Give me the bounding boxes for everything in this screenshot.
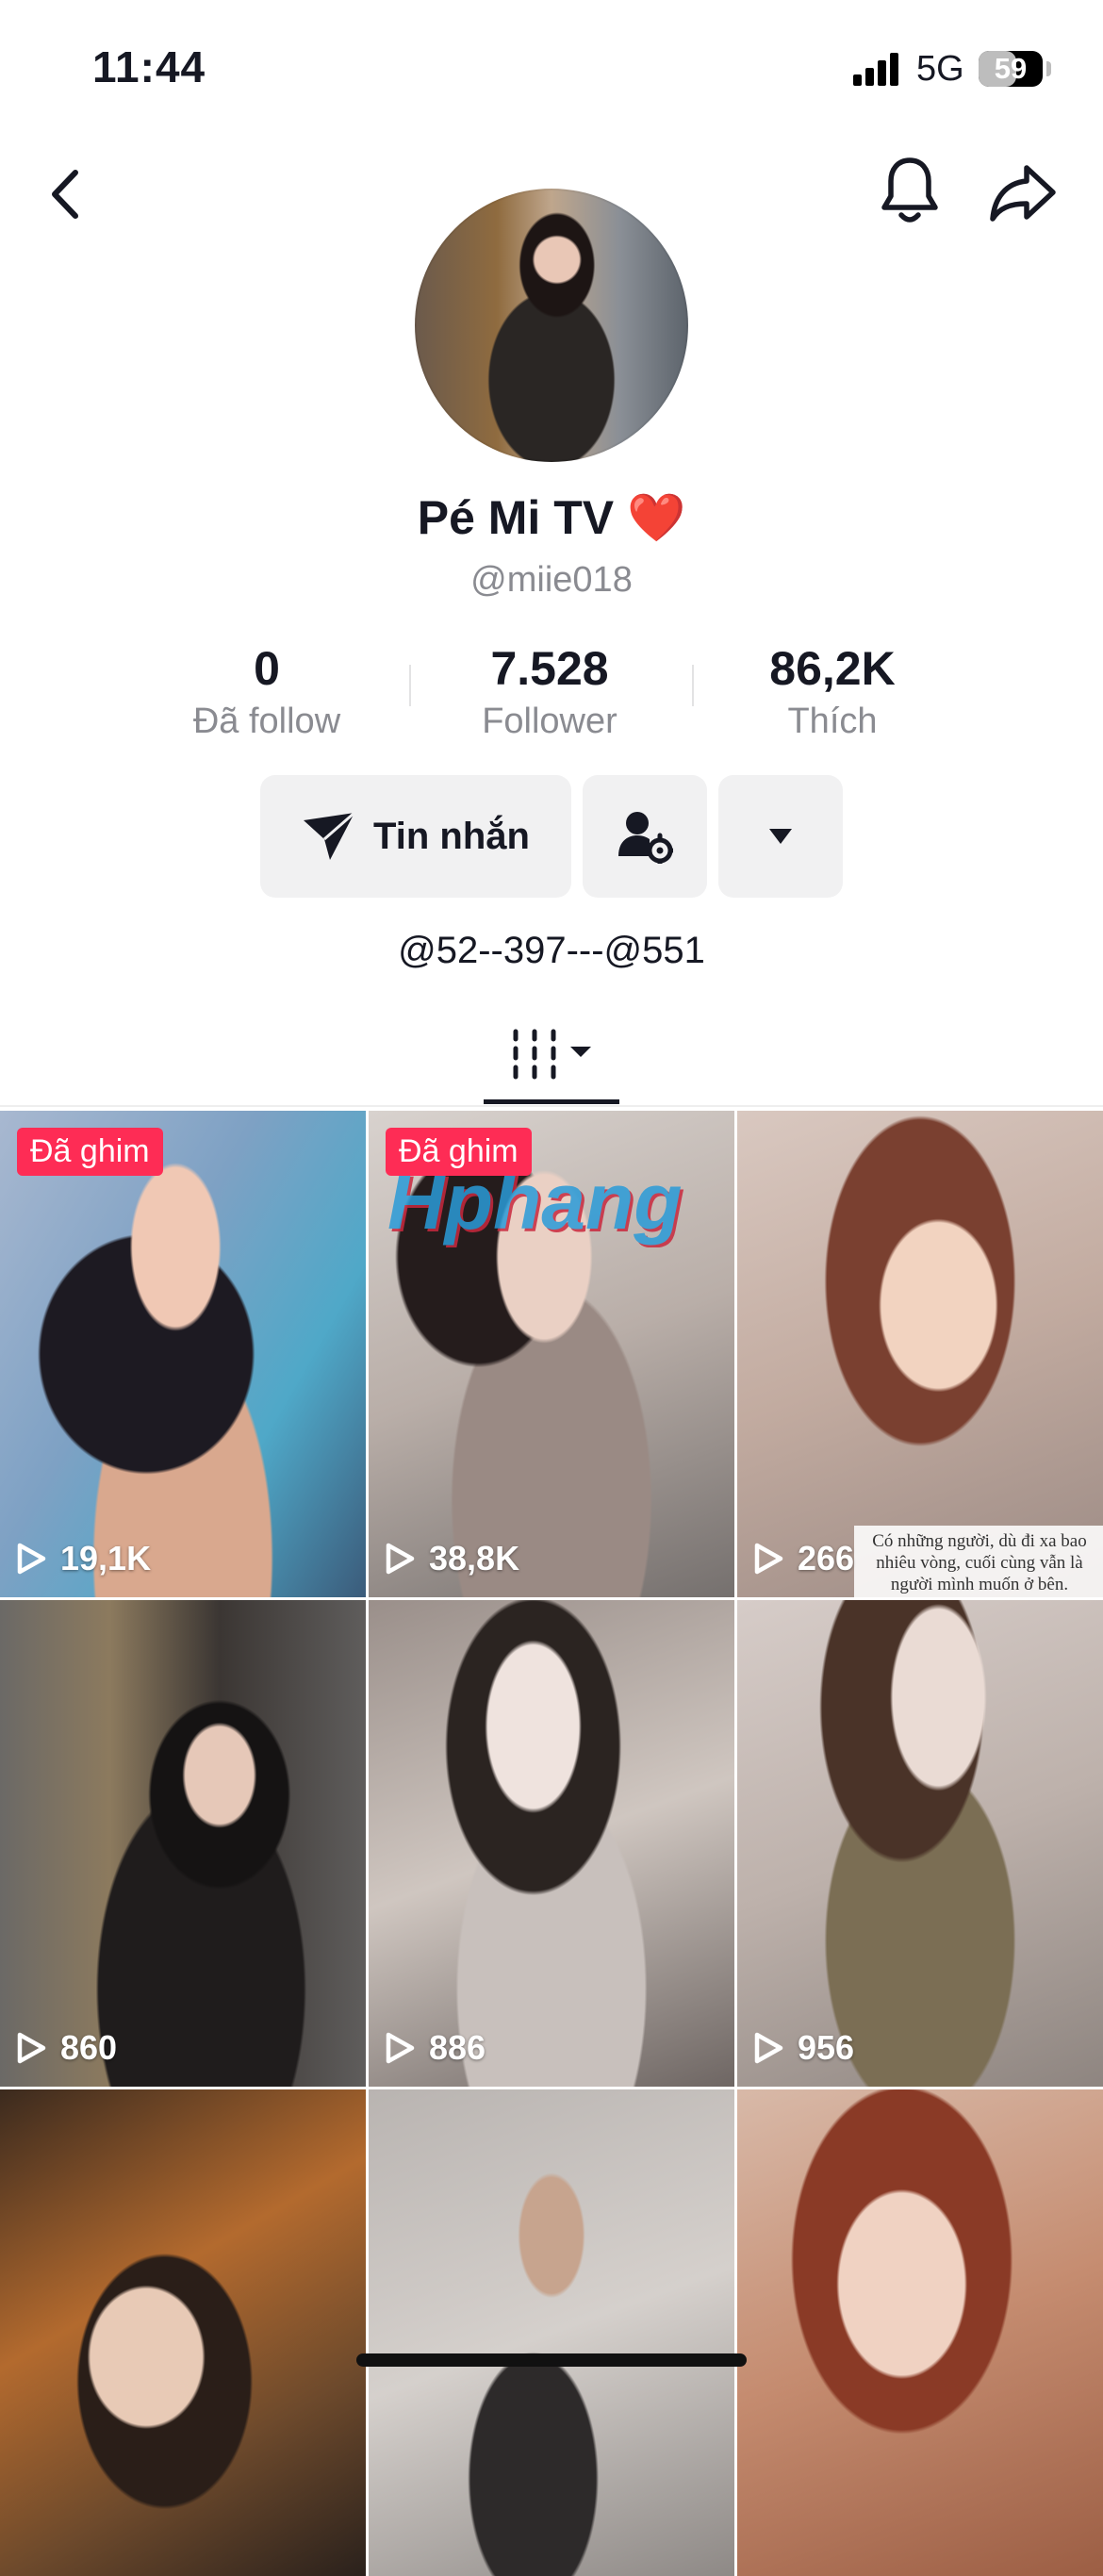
manage-account-button[interactable] [583,775,707,898]
battery-percent: 59 [994,52,1028,85]
tab-active-indicator [484,1099,619,1104]
following-label: Đã follow [192,702,341,741]
profile-bio: @52--397---@551 [398,930,705,971]
more-options-dropdown[interactable] [718,775,843,898]
message-button[interactable]: Tin nhắn [260,775,571,898]
stat-divider [692,665,694,706]
video-thumbnail[interactable]: Hphang Đã ghim 38,8K [369,1111,734,1597]
grid-bars-icon [513,1029,591,1080]
profile-display-name: Pé Mi TV ❤️ [417,491,686,544]
view-count: 860 [15,2028,117,2068]
tab-divider [0,1105,1103,1107]
following-count: 0 [254,642,280,695]
share-arrow-icon [990,165,1056,222]
stat-followers[interactable]: 7.528 Follower [427,641,672,742]
video-thumbnail[interactable]: 956 [737,1600,1103,2087]
view-count-text: 266 [798,1539,855,1577]
video-thumbnail[interactable] [737,2089,1103,2576]
play-icon [17,2032,46,2064]
profile-username: @miie018 [470,560,633,600]
status-time: 11:44 [92,42,206,91]
share-button[interactable] [984,157,1062,230]
back-button[interactable] [36,160,96,228]
followers-count: 7.528 [490,642,609,695]
bell-icon [881,157,938,223]
network-type: 5G [916,49,964,89]
video-thumbnail[interactable]: Đã ghim 19,1K [0,1111,366,1597]
play-icon [386,2032,415,2064]
view-count: 38,8K [384,1539,519,1578]
chevron-left-icon [52,170,78,219]
pinned-badge: Đã ghim [17,1128,163,1176]
paper-plane-icon [304,811,356,860]
view-count: 956 [752,2028,854,2068]
likes-label: Thích [787,702,878,741]
stat-following[interactable]: 0 Đã follow [144,641,389,742]
video-grid: Đã ghim 19,1K Hphang Đã ghim 38,8K Có nh… [0,1111,1103,2576]
view-count-text: 860 [60,2028,118,2067]
video-thumbnail[interactable] [0,2089,366,2576]
pinned-badge: Đã ghim [386,1128,532,1176]
message-button-label: Tin nhắn [373,815,530,857]
cellular-signal-icon [853,52,902,86]
video-thumbnail[interactable]: Có những người, dù đi xa bao nhiêu vòng,… [737,1111,1103,1597]
view-count: 886 [384,2028,486,2068]
view-count-text: 956 [798,2028,855,2067]
stat-likes[interactable]: 86,2K Thích [710,641,955,742]
play-icon [754,1543,783,1575]
profile-avatar[interactable] [415,189,688,462]
view-count: 19,1K [15,1539,151,1578]
caret-down-icon [769,829,792,844]
view-count-text: 886 [429,2028,486,2067]
video-thumbnail[interactable]: 860 [0,1600,366,2087]
play-icon [386,1543,415,1575]
video-caption-overlay: Có những người, dù đi xa bao nhiêu vòng,… [854,1526,1103,1597]
view-count-text: 38,8K [429,1539,520,1577]
notification-button[interactable] [873,151,947,230]
battery-icon: 59 [979,51,1043,87]
home-indicator[interactable] [356,2353,747,2367]
play-icon [17,1543,46,1575]
view-count: 266 [752,1539,854,1578]
followers-label: Follower [482,702,617,741]
tab-videos[interactable] [484,1018,619,1099]
video-thumbnail[interactable]: 886 [369,1600,734,2087]
video-thumbnail[interactable] [369,2089,734,2576]
battery-nub [1046,61,1051,76]
likes-count: 86,2K [769,642,896,695]
play-icon [754,2032,783,2064]
user-settings-icon [618,812,673,864]
view-count-text: 19,1K [60,1539,152,1577]
stat-divider [409,665,411,706]
